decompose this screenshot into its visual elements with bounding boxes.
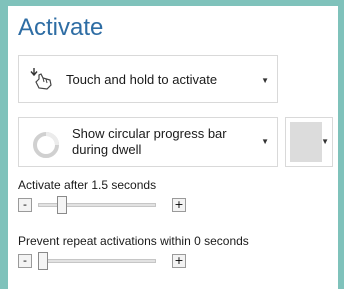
- prevent-repeat-slider-track[interactable]: [38, 259, 156, 263]
- activate-settings-panel: Activate Touch and hold to activate ▼ Sh…: [8, 6, 338, 289]
- progress-color-picker[interactable]: ▼: [285, 117, 333, 167]
- activate-after-decrease-button[interactable]: -: [18, 198, 32, 212]
- activate-after-slider-track[interactable]: [38, 203, 156, 207]
- dwell-feedback-dropdown[interactable]: Show circular progress bar during dwell …: [18, 117, 278, 167]
- touch-hold-hand-icon: [30, 68, 52, 90]
- color-swatch: [290, 122, 322, 162]
- chevron-down-icon: ▼: [261, 76, 269, 85]
- activate-after-increase-button[interactable]: +: [172, 198, 186, 212]
- prevent-repeat-label: Prevent repeat activations within 0 seco…: [18, 234, 249, 248]
- activate-after-slider-thumb[interactable]: [57, 196, 68, 214]
- dwell-feedback-value: Show circular progress bar during dwell: [72, 126, 227, 157]
- chevron-down-icon: ▼: [261, 137, 269, 146]
- activation-mode-dropdown[interactable]: Touch and hold to activate ▼: [18, 55, 278, 103]
- prevent-repeat-slider-thumb[interactable]: [38, 252, 48, 270]
- chevron-down-icon: ▼: [321, 137, 329, 146]
- prevent-repeat-increase-button[interactable]: +: [172, 254, 186, 268]
- section-title: Activate: [18, 14, 104, 41]
- circular-progress-icon: [33, 132, 59, 158]
- activate-after-label: Activate after 1.5 seconds: [18, 178, 157, 192]
- prevent-repeat-decrease-button[interactable]: -: [18, 254, 32, 268]
- activation-mode-value: Touch and hold to activate: [66, 72, 218, 87]
